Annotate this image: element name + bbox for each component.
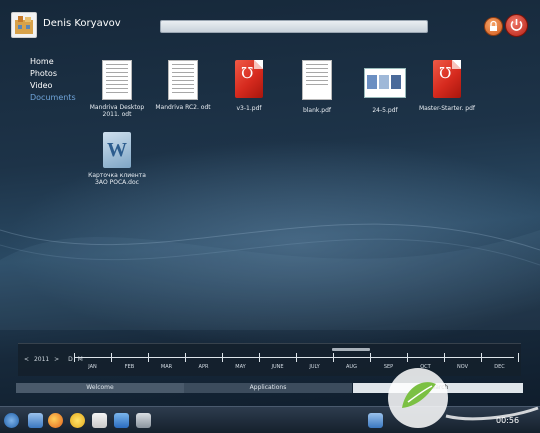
timeline-tick <box>333 353 334 362</box>
timeline-month-dec[interactable]: DEC <box>481 364 518 370</box>
tab-applications[interactable]: Applications <box>184 383 352 393</box>
pdf-file-icon: ℧ <box>433 60 461 98</box>
timeline-tick <box>222 353 223 362</box>
timeline-month-july[interactable]: JULY <box>296 364 333 370</box>
timeline-tick <box>296 353 297 362</box>
timeline-tick <box>148 353 149 362</box>
timeline-month-apr[interactable]: APR <box>185 364 222 370</box>
timeline-tick <box>407 353 408 362</box>
file-name: Master-Starter. pdf <box>418 105 476 112</box>
search-input[interactable] <box>160 20 428 33</box>
file-name: v3-1.pdf <box>236 105 262 112</box>
day-mode-button[interactable]: D <box>68 356 73 363</box>
file-name: Mandriva RC2. odt <box>155 104 211 111</box>
year-prev-button[interactable]: < <box>24 356 29 363</box>
media-player-icon[interactable] <box>114 413 129 428</box>
nav-item-photos[interactable]: Photos <box>30 68 76 80</box>
timeline-tick <box>370 353 371 362</box>
tab-search[interactable]: Search <box>353 383 523 393</box>
tab-welcome[interactable]: Welcome <box>16 383 184 393</box>
timeline-tick <box>259 353 260 362</box>
user-name: Denis Koryavov <box>43 18 121 29</box>
lock-icon <box>490 20 497 31</box>
screenshot-thumbnail-icon <box>364 68 406 98</box>
timeline-tick <box>444 353 445 362</box>
file-item[interactable]: Mandriva Desktop 2011. odt <box>88 60 146 118</box>
avatar-image-icon <box>15 16 33 34</box>
timeline[interactable]: < 2011 > D M JAN FEB MAR APR MAY JUNE JULY AUG S… <box>18 343 521 376</box>
file-item[interactable]: W Карточка клиента ЗАО РОСА.doc <box>88 132 146 186</box>
timeline-tick <box>185 353 186 362</box>
power-icon <box>510 19 523 31</box>
document-thumbnail-icon <box>168 60 198 100</box>
network-icon[interactable] <box>368 413 383 428</box>
file-name: 24-5.pdf <box>372 107 398 114</box>
year-next-button[interactable]: > <box>54 356 59 363</box>
timeline-range-handle[interactable] <box>332 348 370 351</box>
pdf-file-icon: ℧ <box>235 60 263 98</box>
timeline-tick <box>111 353 112 362</box>
header: Denis Koryavov <box>0 0 540 48</box>
timeline-axis <box>74 357 514 358</box>
timeline-tick <box>481 353 482 362</box>
timeline-month-sep[interactable]: SEP <box>370 364 407 370</box>
file-name: blank.pdf <box>302 107 332 114</box>
year-label: 2011 <box>33 356 50 363</box>
sidebar-nav: Home Photos Video Documents <box>30 56 76 104</box>
timeline-month-oct[interactable]: OCT <box>407 364 444 370</box>
taskbar: 00:56 <box>0 406 540 433</box>
file-item[interactable]: blank.pdf <box>288 60 346 114</box>
timeline-month-feb[interactable]: FEB <box>111 364 148 370</box>
file-item[interactable]: ℧ v3-1.pdf <box>220 60 278 112</box>
timeline-month-mar[interactable]: MAR <box>148 364 185 370</box>
bottom-tabs: Welcome Applications Search <box>16 383 524 393</box>
file-item[interactable]: 24-5.pdf <box>356 60 414 114</box>
power-button[interactable] <box>505 14 528 37</box>
word-document-icon: W <box>103 132 131 168</box>
lock-button[interactable] <box>484 17 503 36</box>
file-item[interactable]: Mandriva RC2. odt <box>154 60 212 111</box>
file-name: Mandriva Desktop 2011. odt <box>89 104 145 118</box>
timeline-month-jan[interactable]: JAN <box>74 364 111 370</box>
file-item[interactable]: ℧ Master-Starter. pdf <box>418 60 476 112</box>
mail-icon[interactable] <box>92 413 107 428</box>
background-wave <box>0 223 540 330</box>
firefox-icon[interactable] <box>48 413 63 428</box>
timeline-tick <box>518 353 519 362</box>
timeline-month-aug[interactable]: AUG <box>333 364 370 370</box>
settings-icon[interactable] <box>136 413 151 428</box>
file-name: Карточка клиента ЗАО РОСА.doc <box>88 172 146 186</box>
clock: 00:56 <box>496 416 520 425</box>
timeline-month-june[interactable]: JUNE <box>259 364 296 370</box>
chat-icon[interactable] <box>70 413 85 428</box>
document-thumbnail-icon <box>102 60 132 100</box>
nav-item-documents[interactable]: Documents <box>30 92 76 104</box>
timeline-month-may[interactable]: MAY <box>222 364 259 370</box>
nav-item-video[interactable]: Video <box>30 80 76 92</box>
avatar[interactable] <box>11 12 37 38</box>
pdf-page-thumbnail-icon <box>302 60 332 100</box>
timeline-tick <box>74 353 75 362</box>
start-menu-icon[interactable] <box>4 413 19 428</box>
file-manager-icon[interactable] <box>28 413 43 428</box>
nav-item-home[interactable]: Home <box>30 56 76 68</box>
timeline-month-nov[interactable]: NOV <box>444 364 481 370</box>
